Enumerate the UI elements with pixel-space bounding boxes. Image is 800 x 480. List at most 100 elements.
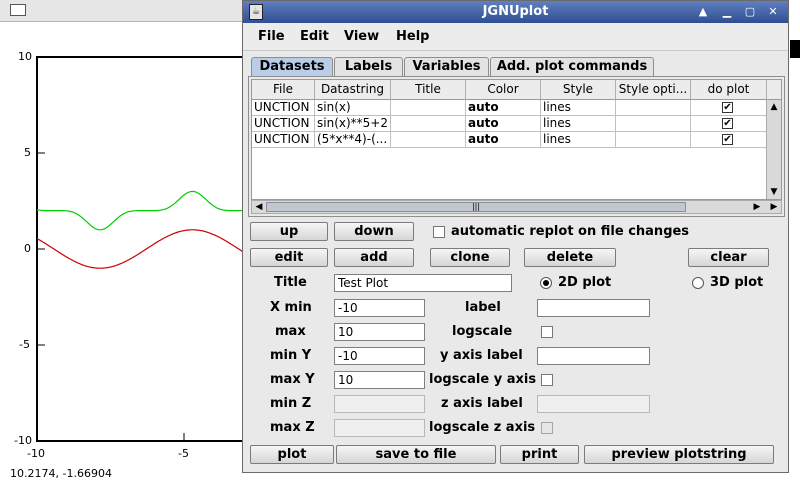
- up-button[interactable]: up: [250, 222, 328, 241]
- menu-help[interactable]: Help: [396, 29, 429, 44]
- column-header-color[interactable]: Color: [466, 80, 541, 100]
- menu-edit[interactable]: Edit: [300, 29, 329, 44]
- tab-labels[interactable]: Labels: [334, 57, 403, 76]
- clone-button[interactable]: clone: [430, 248, 510, 267]
- close-icon[interactable]: ✕: [765, 4, 781, 20]
- table-cell[interactable]: [616, 116, 691, 132]
- do-plot-checkbox[interactable]: ✔: [722, 118, 733, 129]
- pin-icon[interactable]: ▲: [695, 4, 711, 20]
- print-button[interactable]: print: [500, 445, 579, 464]
- table-cell[interactable]: auto: [466, 116, 541, 132]
- plot-3d-radio[interactable]: [692, 277, 704, 289]
- column-header-file[interactable]: File: [252, 80, 315, 100]
- logscale-y-checkbox[interactable]: [541, 374, 553, 386]
- datasets-panel: File Datastring Title Color Style Style …: [248, 76, 785, 217]
- minimize-icon[interactable]: ▁: [719, 4, 735, 20]
- y-tick-label: 10: [18, 50, 32, 63]
- scroll-down-arrow-icon[interactable]: ▼: [768, 186, 780, 198]
- x-label-input[interactable]: [537, 299, 650, 317]
- menu-file[interactable]: File: [258, 29, 285, 44]
- scroll-right-arrow-icon[interactable]: ▶: [768, 201, 780, 213]
- y-tick-label: -10: [14, 434, 32, 447]
- y-min-label: min Y: [270, 348, 312, 363]
- column-header-datastring[interactable]: Datastring: [315, 80, 391, 100]
- scroll-left-arrow-icon[interactable]: ◀: [253, 201, 265, 213]
- table-cell[interactable]: sin(x)**5+2: [315, 116, 391, 132]
- z-max-input[interactable]: [334, 419, 425, 437]
- column-header-style-options[interactable]: Style opti...: [616, 80, 691, 100]
- add-button[interactable]: add: [334, 248, 414, 267]
- logscale-z-checkbox[interactable]: [541, 422, 553, 434]
- table-cell[interactable]: UNCTION: [252, 100, 315, 116]
- background-window-tab: [790, 40, 800, 58]
- do-plot-checkbox[interactable]: ✔: [722, 134, 733, 145]
- table-cell[interactable]: lines: [541, 116, 616, 132]
- logscale-x-checkbox[interactable]: [541, 326, 553, 338]
- scroll-right-arrow-icon[interactable]: ▶: [751, 201, 763, 213]
- background-window-edge: [789, 0, 800, 480]
- x-min-input[interactable]: -10: [334, 299, 425, 317]
- series-line-sin-x: [36, 229, 260, 269]
- title-label: Title: [274, 275, 307, 290]
- title-input[interactable]: Test Plot: [334, 274, 512, 292]
- table-horizontal-scrollbar[interactable]: ◀ ||| ▶ ▶: [251, 200, 782, 214]
- auto-replot-label: automatic replot on file changes: [451, 224, 690, 239]
- x-tick-label: -5: [178, 447, 189, 460]
- plot-2d-label: 2D plot: [558, 275, 612, 290]
- series-line-sin-x-shifted: [36, 190, 260, 231]
- save-to-file-button[interactable]: save to file: [336, 445, 496, 464]
- table-cell: ✔: [691, 116, 767, 132]
- y-tick-label: 5: [24, 146, 31, 159]
- table-cell[interactable]: [616, 132, 691, 148]
- table-cell[interactable]: auto: [466, 132, 541, 148]
- axis-ticks: [36, 56, 185, 442]
- do-plot-checkbox[interactable]: ✔: [722, 102, 733, 113]
- table-cell[interactable]: [391, 116, 466, 132]
- clear-button[interactable]: clear: [688, 248, 769, 267]
- tab-variables[interactable]: Variables: [404, 57, 489, 76]
- table-vertical-scrollbar[interactable]: ▲ ▼: [766, 100, 781, 199]
- menu-bar: File Edit View Help: [243, 23, 788, 51]
- logscale-z-label: logscale z axis: [429, 420, 536, 435]
- edit-button[interactable]: edit: [250, 248, 328, 267]
- plot-button[interactable]: plot: [250, 445, 334, 464]
- column-header-style[interactable]: Style: [541, 80, 616, 100]
- delete-button[interactable]: delete: [524, 248, 616, 267]
- table-cell[interactable]: (5*x**4)-(...: [315, 132, 391, 148]
- y-tick-label: 0: [24, 242, 31, 255]
- table-cell[interactable]: [391, 100, 466, 116]
- table-cell[interactable]: lines: [541, 100, 616, 116]
- preview-plotstring-button[interactable]: preview plotstring: [584, 445, 774, 464]
- table-cell: ✔: [691, 132, 767, 148]
- z-max-label: max Z: [270, 420, 315, 435]
- x-tick-label: -10: [27, 447, 45, 460]
- x-min-label: X min: [270, 300, 312, 315]
- column-header-do-plot[interactable]: do plot: [691, 80, 767, 100]
- plot-2d-radio[interactable]: [540, 277, 552, 289]
- table-cell[interactable]: auto: [466, 100, 541, 116]
- table-cell[interactable]: lines: [541, 132, 616, 148]
- table-cell[interactable]: UNCTION: [252, 116, 315, 132]
- table-cell[interactable]: sin(x): [315, 100, 391, 116]
- y-axis-label-input[interactable]: [537, 347, 650, 365]
- tab-datasets[interactable]: Datasets: [251, 57, 333, 77]
- x-max-input[interactable]: 10: [334, 323, 425, 341]
- z-axis-label-label: z axis label: [441, 396, 523, 411]
- table-cell[interactable]: [616, 100, 691, 116]
- table-cell[interactable]: [391, 132, 466, 148]
- x-max-label: max: [275, 324, 306, 339]
- menu-view[interactable]: View: [344, 29, 379, 44]
- table-cell[interactable]: UNCTION: [252, 132, 315, 148]
- z-min-input[interactable]: [334, 395, 425, 413]
- down-button[interactable]: down: [334, 222, 414, 241]
- scrollbar-thumb[interactable]: |||: [266, 202, 686, 212]
- y-min-input[interactable]: -10: [334, 347, 425, 365]
- window-titlebar[interactable]: ☕ JGNUplot ▲ ▁ ▢ ✕: [243, 1, 788, 23]
- y-max-input[interactable]: 10: [334, 371, 425, 389]
- auto-replot-checkbox[interactable]: [433, 226, 445, 238]
- maximize-icon[interactable]: ▢: [742, 4, 758, 20]
- scroll-up-arrow-icon[interactable]: ▲: [768, 101, 780, 113]
- z-axis-label-input[interactable]: [537, 395, 650, 413]
- tab-add-plot-commands[interactable]: Add. plot commands: [490, 57, 654, 76]
- column-header-title[interactable]: Title: [391, 80, 466, 100]
